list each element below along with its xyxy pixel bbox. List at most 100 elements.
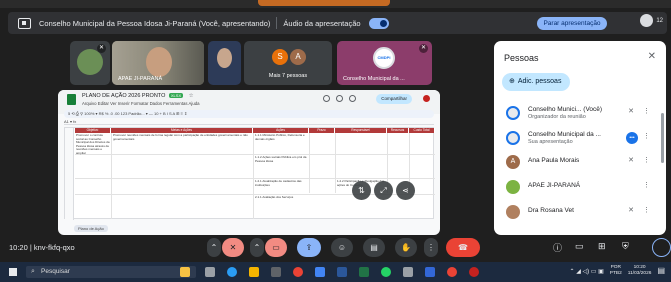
info-icon[interactable]: ⓘ (553, 241, 562, 254)
history-icon[interactable] (323, 95, 330, 102)
fullscreen-icon[interactable]: ⤢ (374, 181, 393, 200)
participant-name: Conselho Munici... (Você) (528, 106, 603, 113)
table-cell[interactable]: 1.1.2 Ações sociais Pública em prol da P… (255, 156, 307, 172)
swap-icon[interactable]: ⇅ (352, 181, 371, 200)
participant-video-face (146, 47, 172, 77)
leave-call-button[interactable]: ☎ (446, 238, 480, 257)
participant-tile-apae[interactable]: APAE JI-PARANÁ (112, 41, 204, 85)
separator (276, 17, 278, 29)
store-icon[interactable] (271, 267, 281, 277)
spreadsheet-grid[interactable]: Objetivo Metas e Ações Ações Prazo Respo… (64, 127, 435, 220)
notifications-icon: ▤ (657, 266, 665, 275)
participant-tile-conselho[interactable]: CMDPI ✕ Conselho Municipal da ... (337, 41, 432, 85)
mic-off-button[interactable]: ✕ (222, 238, 244, 257)
presenting-bar: Conselho Municipal da Pessoa Idosa Ji-Pa… (8, 12, 667, 34)
participant-tile-1[interactable]: ✕ (70, 41, 110, 85)
more-people-tile[interactable]: S A Mais 7 pessoas (244, 41, 332, 85)
add-people-button[interactable]: ⊕ Adic. pessoas (502, 73, 570, 91)
participant-name: Ana Paula Morais (528, 157, 580, 164)
participant-row[interactable]: APAE JI-PARANÁ ⋮ (506, 178, 656, 198)
participant-row[interactable]: Conselho Munici... (Você) Organizador da… (506, 104, 656, 124)
avatar (506, 131, 520, 145)
chrome-icon[interactable] (293, 267, 303, 277)
table-cell[interactable]: Promover o controle social ao Conselho M… (76, 134, 110, 178)
table-cell[interactable]: 2.1.1 Avaliação dos Serviços (255, 196, 307, 204)
active-tab-indicator[interactable] (258, 0, 390, 6)
chat-icon[interactable]: ▭ (575, 241, 584, 252)
whatsapp-icon[interactable] (381, 267, 391, 277)
presentation-screen: PLANO DE AÇÃO 2026 PRONTO XLSX ☆ Arquivo… (58, 90, 440, 235)
video-options-chevron-icon[interactable]: ⌃ (250, 238, 264, 257)
taskbar-search[interactable]: ⌕ Pesquisar (26, 266, 196, 278)
app-icon[interactable] (403, 267, 413, 277)
participant-name: Dra Rosana Vet (528, 207, 574, 214)
participants-count[interactable]: 12 (640, 14, 663, 27)
formula-bar[interactable]: A1 ▾ fx (64, 119, 434, 125)
participant-row[interactable]: Conselho Municipal da ... Sua apresentaç… (506, 129, 656, 149)
sheet-tab-plano-de-acao[interactable]: Plano de Ação (74, 225, 108, 232)
chrome-active-icon[interactable] (469, 267, 479, 277)
more-people-avatars: S A (272, 49, 308, 65)
star-icon[interactable]: ☆ (189, 93, 194, 99)
participants-avatar-icon (640, 14, 654, 27)
app-icon[interactable] (425, 267, 435, 277)
mic-off-icon: ✕ (97, 44, 106, 53)
meet-icon[interactable] (349, 95, 356, 102)
activities-icon[interactable]: ⊞ (598, 241, 606, 252)
more-options-button[interactable]: ⋮ (424, 238, 438, 257)
sheets-menu-bar[interactable]: Arquivo Editar Ver Inserir Formatar Dado… (82, 101, 200, 106)
table-cell[interactable]: 1.2.1 Atualização de cadastros das insti… (255, 180, 307, 192)
windows-start-icon[interactable] (9, 268, 17, 276)
word-icon[interactable] (337, 267, 347, 277)
file-explorer-icon[interactable] (249, 267, 259, 277)
share-button[interactable]: Compartilhar (376, 94, 412, 104)
mic-off-icon: ✕ (628, 207, 634, 214)
grid-line (75, 154, 435, 155)
participant-role: Sua apresentação (528, 139, 573, 145)
avatar: A (506, 155, 520, 169)
sheets-toolbar[interactable]: 5 ⟲ ⎙ ⚲ 100% ▾ R$ % .0 .00 123 Padrão...… (64, 110, 434, 118)
host-controls-icon[interactable]: ⛨ (622, 241, 629, 252)
search-icon: ⌕ (31, 268, 35, 275)
present-screen-button[interactable]: ⇪ (297, 238, 321, 257)
meeting-time-code: 10:20 | knv-fkfq-qxo (9, 243, 75, 252)
close-icon[interactable]: ✕ (648, 51, 656, 62)
system-tray[interactable]: ⌃ ◢ ◁) ▭ ▣ POR PTB2 10:20 11/03/2026 ▤ (570, 265, 665, 279)
participant-row[interactable]: Dra Rosana Vet ✕ ⋮ (506, 203, 656, 223)
table-cell[interactable]: Promover reuniões mensais de forma regul… (113, 134, 251, 146)
people-panel-toggle-icon[interactable] (652, 238, 671, 257)
task-view-icon[interactable] (205, 267, 215, 277)
account-avatar[interactable] (423, 95, 430, 102)
raise-hand-button[interactable]: ✋ (395, 238, 417, 257)
more-options-icon[interactable]: ⋮ (643, 156, 650, 164)
share-icon[interactable]: ⋖ (396, 181, 415, 200)
more-options-icon[interactable]: ⋮ (643, 132, 650, 140)
stop-presenting-button[interactable]: Parar apresentação (537, 17, 607, 30)
avatar-s: S (272, 49, 288, 65)
presentation-audio-toggle[interactable] (368, 17, 389, 29)
chrome-icon[interactable] (447, 267, 457, 277)
more-options-icon[interactable]: ⋮ (643, 107, 650, 115)
avatar (506, 106, 520, 120)
windows-taskbar: ⌕ Pesquisar ⌃ ◢ ◁) ▭ ▣ POR PTB2 10:20 11/0… (0, 262, 671, 282)
emoji-button[interactable]: ☺ (331, 238, 353, 257)
table-cell[interactable]: 1.1.1 Ministério Público, Defensoria e d… (255, 134, 307, 150)
presenting-status: Conselho Municipal da Pessoa Idosa Ji-Pa… (39, 18, 271, 28)
file-type-badge: XLSX (168, 93, 184, 98)
mic-off-icon: ✕ (628, 108, 634, 115)
participant-row[interactable]: A Ana Paula Morais ✕ ⋮ (506, 153, 656, 173)
edge-icon[interactable] (227, 267, 237, 277)
avatar (506, 205, 520, 219)
comment-icon[interactable] (336, 95, 343, 102)
more-options-icon[interactable]: ⋮ (643, 206, 650, 214)
captions-button[interactable]: ▤ (363, 238, 385, 257)
weather-icon[interactable] (180, 267, 190, 277)
audio-options-chevron-icon[interactable]: ⌃ (207, 238, 221, 257)
app-icon[interactable] (315, 267, 325, 277)
participant-tile-3[interactable] (208, 41, 241, 85)
camera-off-button[interactable]: ▭ (265, 238, 287, 257)
panel-scrollbar[interactable] (661, 113, 664, 163)
excel-icon[interactable] (359, 267, 369, 277)
presenting-badge-icon: ••• (626, 132, 638, 144)
more-options-icon[interactable]: ⋮ (643, 181, 650, 189)
